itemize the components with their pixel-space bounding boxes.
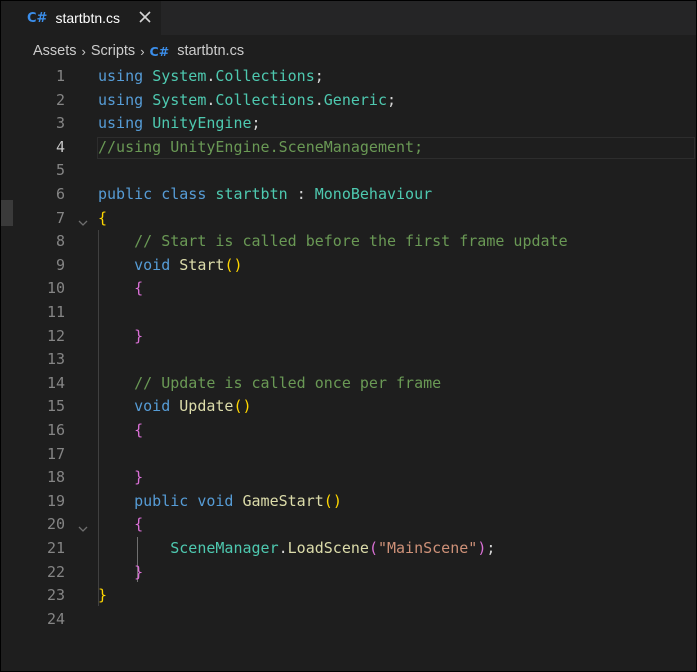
line-number: 20: [46, 515, 65, 534]
line-number: 22: [46, 562, 65, 581]
code-line[interactable]: 20 {: [1, 513, 696, 537]
code-line[interactable]: 15 void Update(): [1, 395, 696, 419]
code-line[interactable]: 1 using System.Collections;: [1, 65, 696, 89]
line-number: 5: [55, 161, 65, 180]
code-text: }: [134, 326, 144, 345]
line-number: 12: [46, 326, 65, 345]
line-number: 13: [46, 350, 65, 369]
line-number: 8: [55, 232, 65, 251]
code-line[interactable]: 19 public void GameStart(): [1, 490, 696, 514]
code-line[interactable]: 18 }: [1, 466, 696, 490]
code-text: //using UnityEngine.SceneManagement;: [98, 137, 424, 156]
line-number: 1: [55, 67, 65, 85]
code-text: }: [134, 468, 144, 487]
chevron-down-icon[interactable]: [77, 213, 89, 226]
breadcrumb-item-file[interactable]: startbtn.cs: [177, 43, 244, 59]
line-number: 9: [55, 255, 65, 274]
chevron-down-icon[interactable]: [77, 519, 89, 533]
chevron-right-icon: ›: [140, 43, 145, 59]
code-text: }: [134, 562, 144, 581]
code-line[interactable]: 13: [1, 348, 696, 372]
code-line[interactable]: 2 using System.Collections.Generic;: [1, 89, 696, 113]
code-text: {: [134, 421, 144, 439]
code-line[interactable]: 16 {: [1, 419, 696, 443]
code-text: public class startbtn : MonoBehaviour: [98, 185, 433, 203]
code-line[interactable]: 24: [1, 608, 696, 632]
code-line[interactable]: 11: [1, 301, 696, 325]
code-line[interactable]: 21 SceneManager.LoadScene("MainScene");: [1, 537, 696, 561]
line-number: 23: [46, 586, 65, 605]
code-line[interactable]: 6 public class startbtn : MonoBehaviour: [1, 183, 696, 207]
line-number: 11: [46, 303, 65, 321]
code-text: }: [98, 586, 108, 605]
close-icon[interactable]: [135, 6, 155, 28]
line-number: 6: [55, 185, 65, 203]
code-text: {: [98, 208, 108, 227]
breadcrumb: Assets › Scripts › C# startbtn.cs: [1, 39, 696, 63]
code-text: using System.Collections;: [98, 67, 324, 85]
code-text: void Start(): [134, 255, 243, 274]
line-number: 24: [46, 609, 65, 628]
code-line[interactable]: 12 }: [1, 325, 696, 349]
line-number: 14: [46, 373, 65, 392]
code-line[interactable]: 4 //using UnityEngine.SceneManagement;: [1, 136, 696, 160]
line-number: 7: [55, 208, 65, 227]
code-text: using UnityEngine;: [98, 114, 261, 133]
line-number: 19: [46, 491, 65, 510]
line-number: 2: [55, 90, 65, 109]
line-number: 15: [46, 397, 65, 416]
tab-bar: C# startbtn.cs: [1, 1, 696, 35]
code-text: // Start is called before the first fram…: [134, 232, 568, 251]
code-text: // Update is called once per frame: [134, 373, 442, 392]
code-text: using System.Collections.Generic;: [98, 90, 397, 109]
code-text: {: [134, 279, 144, 298]
line-number: 4: [55, 137, 65, 156]
tab-label: startbtn.cs: [55, 10, 121, 26]
line-number: 21: [46, 539, 65, 557]
code-line[interactable]: 8 // Start is called before the first fr…: [1, 230, 696, 254]
chevron-right-icon: ›: [81, 43, 86, 59]
breadcrumb-item-assets[interactable]: Assets: [33, 43, 77, 59]
csharp-file-icon: C#: [27, 10, 48, 26]
line-number: 10: [46, 279, 65, 298]
breadcrumb-item-scripts[interactable]: Scripts: [91, 43, 135, 59]
line-number: 16: [46, 421, 65, 439]
code-text: {: [134, 515, 144, 534]
code-line[interactable]: 22 }: [1, 561, 696, 585]
line-number: 18: [46, 468, 65, 487]
code-line[interactable]: 3 using UnityEngine;: [1, 112, 696, 136]
code-line[interactable]: 7{: [1, 207, 696, 231]
line-number: 3: [55, 114, 65, 133]
code-text: public void GameStart(): [134, 491, 342, 510]
code-line[interactable]: 23}: [1, 584, 696, 608]
csharp-file-icon: C#: [149, 43, 170, 59]
code-text: void Update(): [134, 397, 252, 416]
code-editor[interactable]: 1 using System.Collections; 2 using System.…: [1, 65, 696, 671]
editor-window: C# startbtn.cs Assets › Scripts › C# sta…: [0, 0, 697, 672]
code-line[interactable]: 14 // Update is called once per frame: [1, 372, 696, 396]
code-text: SceneManager.LoadScene("MainScene");: [170, 539, 496, 557]
code-line[interactable]: 9 void Start(): [1, 254, 696, 278]
code-line[interactable]: 5: [1, 159, 696, 183]
tab-startbtn[interactable]: C# startbtn.cs: [1, 1, 161, 35]
line-number: 17: [46, 444, 65, 463]
code-line[interactable]: 17: [1, 443, 696, 467]
code-line[interactable]: 10 {: [1, 277, 696, 301]
